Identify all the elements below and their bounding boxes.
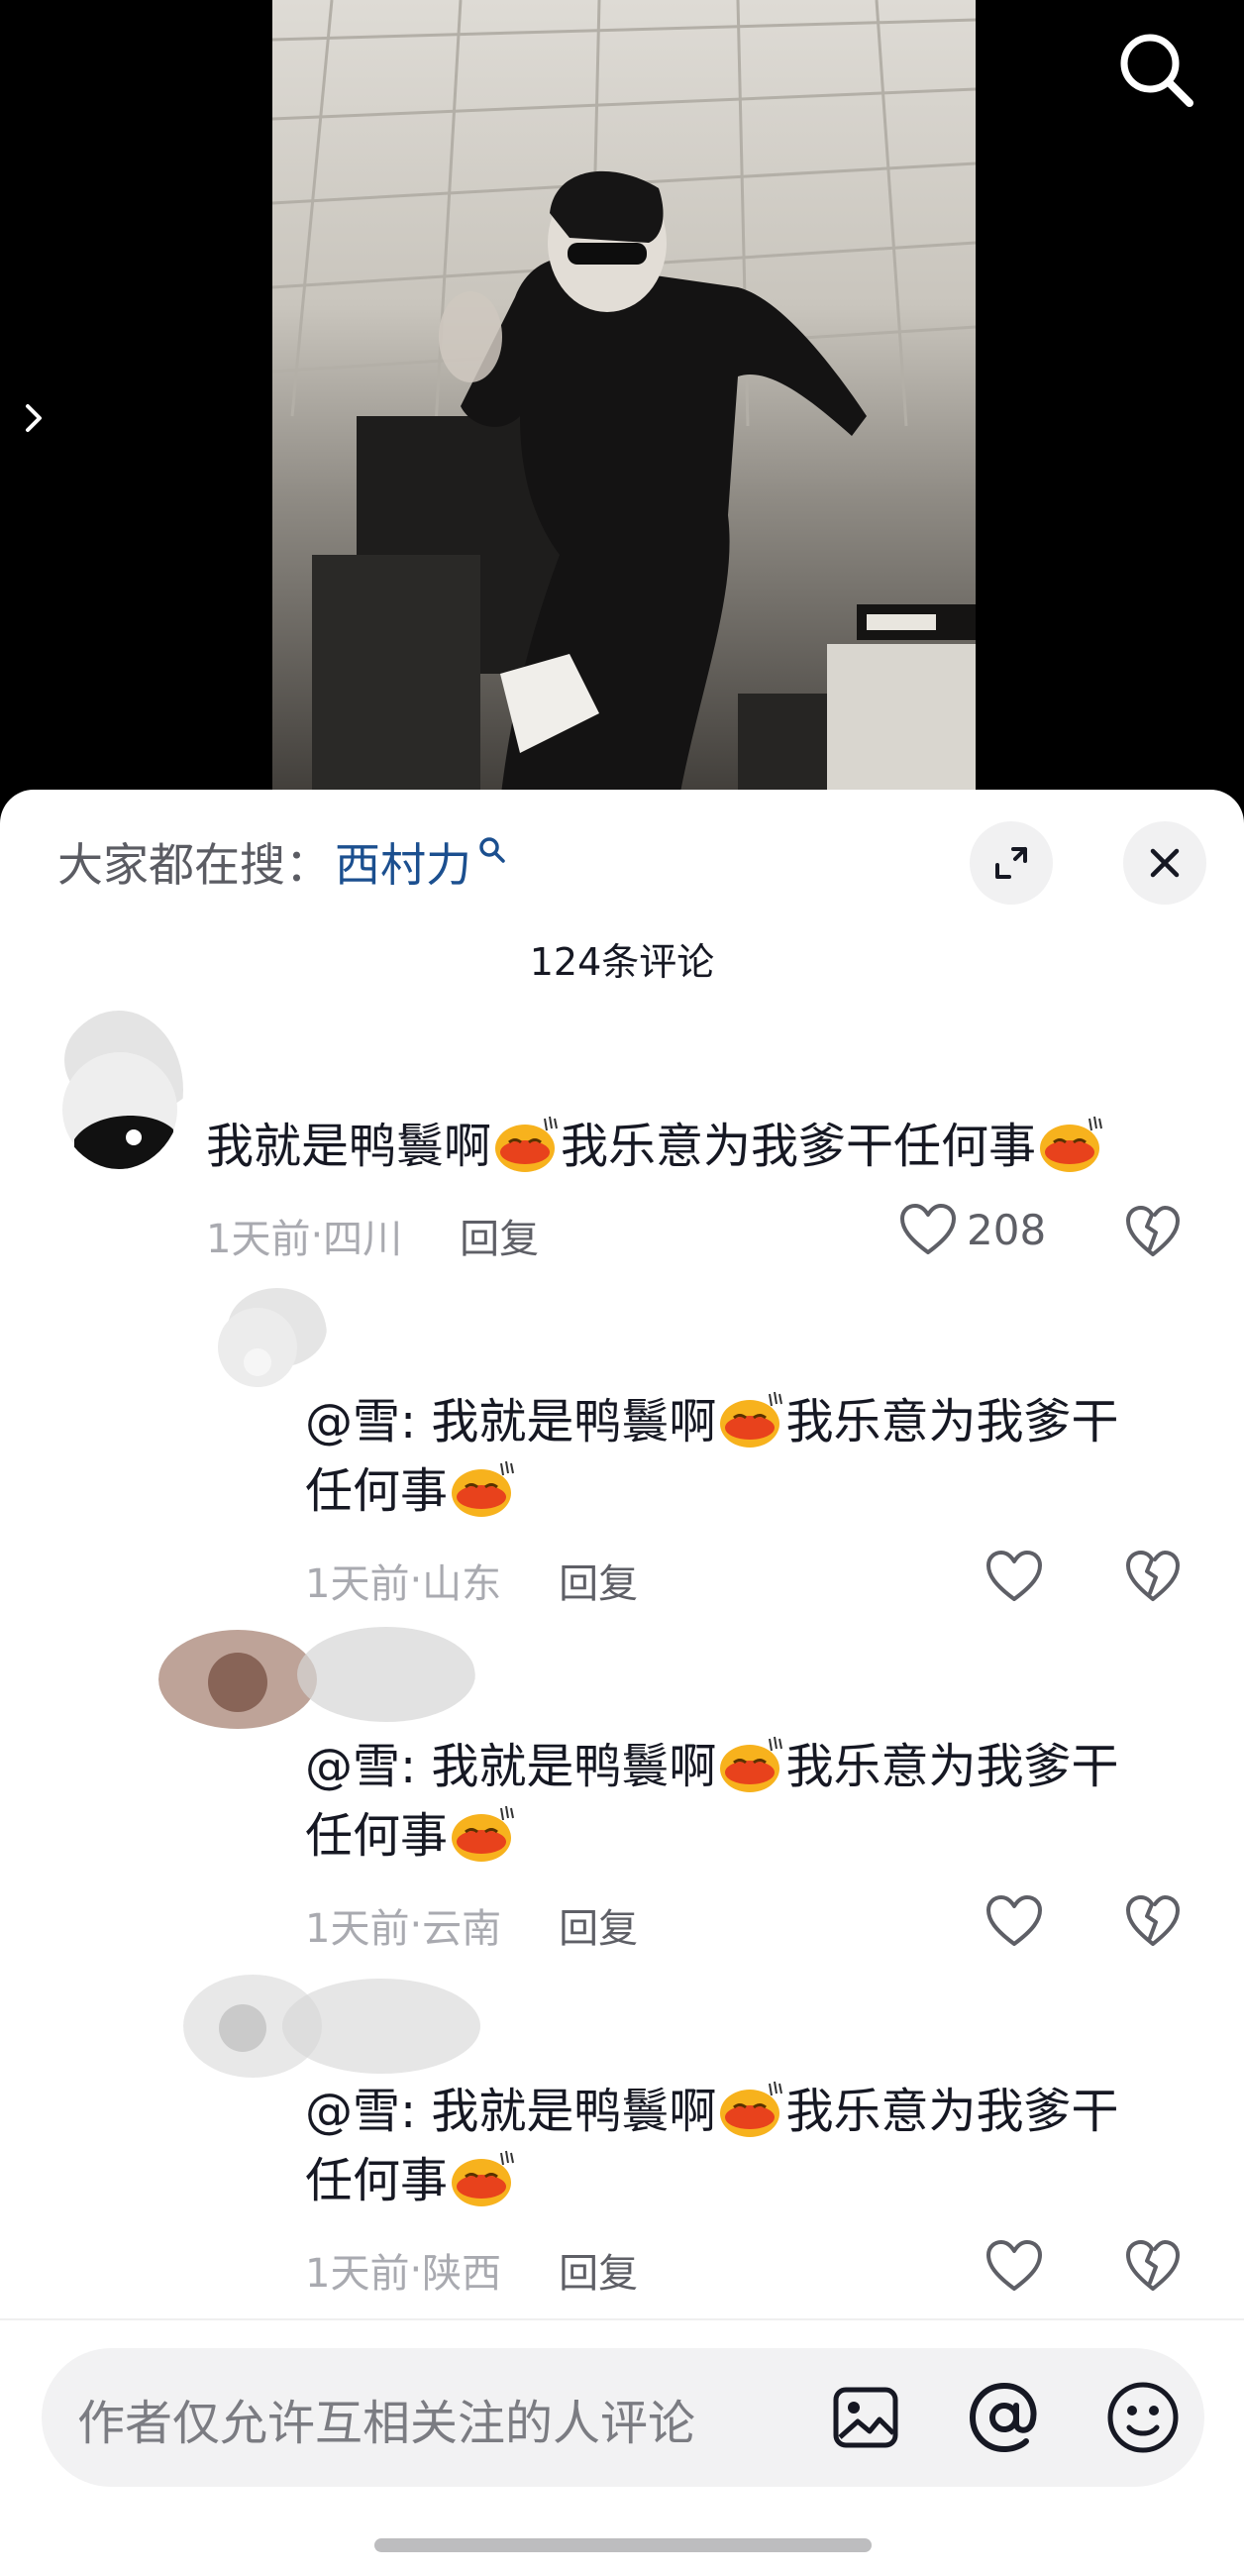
hot-search-term[interactable]: 西村力	[335, 829, 471, 895]
close-button[interactable]	[1123, 821, 1206, 905]
comment-meta: 1天前 · 四川 回复	[206, 1207, 539, 1264]
comment-input-placeholder: 作者仅允许互相关注的人评论	[77, 2396, 696, 2451]
heart-icon[interactable]	[985, 1894, 1043, 1948]
emoji-icon[interactable]	[1101, 2376, 1185, 2459]
like-count: 208	[967, 1205, 1047, 1254]
comment-count: 124条评论	[529, 940, 715, 984]
comment-text-segment: 我乐意为我爹干	[785, 1394, 1119, 1449]
reply-button[interactable]: 回复	[559, 1552, 638, 1609]
meta-separator: ·	[409, 2247, 423, 2293]
video-frame[interactable]	[272, 0, 976, 803]
comment-text-segment: 任何事	[305, 1808, 449, 1864]
smirk-emoji-icon	[718, 1735, 783, 1794]
comment-meta: 1天前 · 陕西 回复	[305, 2241, 638, 2299]
comment-text-segment: 任何事	[305, 2153, 449, 2208]
broken-heart-icon[interactable]	[1125, 1894, 1181, 1948]
divider	[0, 2318, 1244, 2320]
avatar[interactable]	[158, 1625, 475, 1734]
avatar[interactable]	[183, 1967, 520, 2086]
avatar[interactable]	[208, 1278, 327, 1392]
home-indicator[interactable]	[374, 2538, 872, 2552]
comment-text: @雪: 我就是鸭鬟啊 我乐意为我爹干任何事	[305, 1732, 1196, 1871]
comment-text-segment: 我乐意为我爹干	[785, 1739, 1119, 1794]
smirk-emoji-icon	[450, 2149, 515, 2208]
comment-location: 山东	[422, 1561, 502, 1607]
comment-meta: 1天前 · 云南 回复	[305, 1896, 638, 1954]
comment-input[interactable]: 作者仅允许互相关注的人评论	[42, 2348, 1204, 2487]
comment-location: 陕西	[422, 2251, 502, 2297]
comment-meta: 1天前 · 山东 回复	[305, 1552, 638, 1609]
search-icon[interactable]	[1114, 28, 1197, 111]
comment-location: 四川	[323, 1217, 403, 1262]
comment-time: 1天前	[305, 2251, 410, 2297]
hot-search-prefix: 大家都在搜：	[57, 838, 331, 892]
comment-location: 云南	[422, 1906, 502, 1952]
video-person	[439, 170, 867, 803]
comment-text-segment: @雪: 我就是鸭鬟啊	[305, 2084, 717, 2139]
comment-text-segment: @雪: 我就是鸭鬟啊	[305, 1394, 717, 1449]
smirk-emoji-icon	[718, 2080, 783, 2139]
at-mention-icon[interactable]	[963, 2376, 1046, 2459]
smirk-emoji-icon	[450, 1804, 515, 1864]
avatar[interactable]	[54, 1011, 183, 1169]
meta-separator: ·	[310, 1213, 324, 1258]
meta-separator: ·	[409, 1557, 423, 1603]
comment-text: 我就是鸭鬟啊 我乐意为我爹干任何事	[206, 1112, 1105, 1181]
close-icon	[1150, 848, 1180, 878]
smirk-emoji-icon	[1038, 1115, 1103, 1174]
comment-text-segment: 任何事	[305, 1463, 449, 1519]
hot-search-bar[interactable]: 大家都在搜： 西村力	[57, 827, 507, 897]
reply-button[interactable]: 回复	[460, 1207, 539, 1264]
search-icon	[479, 837, 505, 863]
broken-heart-icon[interactable]	[1125, 1550, 1181, 1603]
smirk-emoji-icon	[493, 1115, 559, 1174]
expand-button[interactable]	[970, 821, 1053, 905]
reply-button[interactable]: 回复	[559, 2241, 638, 2299]
heart-icon	[900, 1204, 956, 1254]
comment-text-segment: 我就是鸭鬟啊	[206, 1119, 492, 1174]
video-player[interactable]	[0, 0, 1244, 803]
comment-text-segment: 我乐意为我爹干	[785, 2084, 1119, 2139]
like-button[interactable]: 208	[899, 1203, 1046, 1256]
broken-heart-icon[interactable]	[1125, 2239, 1181, 2293]
smirk-emoji-icon	[450, 1459, 515, 1519]
comment-text: @雪: 我就是鸭鬟啊 我乐意为我爹干任何事	[305, 1387, 1196, 1526]
reply-button[interactable]: 回复	[559, 1896, 638, 1954]
comment-time: 1天前	[305, 1561, 410, 1607]
chevron-right-icon[interactable]	[18, 398, 50, 438]
comment-text-segment: @雪: 我就是鸭鬟啊	[305, 1739, 717, 1794]
expand-icon	[995, 847, 1027, 879]
comment-text: @雪: 我就是鸭鬟啊 我乐意为我爹干任何事	[305, 2077, 1196, 2215]
comment-time: 1天前	[206, 1217, 311, 1262]
comment-time: 1天前	[305, 1906, 410, 1952]
image-icon[interactable]	[824, 2376, 907, 2459]
broken-heart-icon[interactable]	[1125, 1205, 1181, 1258]
smirk-emoji-icon	[718, 1390, 783, 1449]
heart-icon[interactable]	[985, 1550, 1043, 1603]
meta-separator: ·	[409, 1902, 423, 1948]
comment-text-segment: 我乐意为我爹干任何事	[561, 1119, 1037, 1174]
heart-icon[interactable]	[985, 2239, 1043, 2293]
